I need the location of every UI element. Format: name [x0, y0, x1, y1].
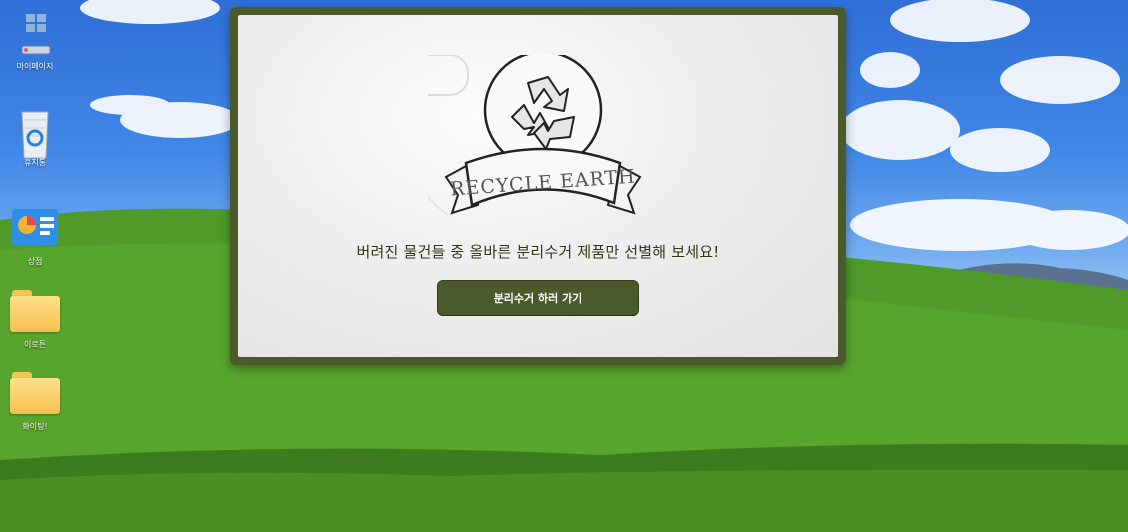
start-recycling-button[interactable]: 분리수거 하러 가기: [438, 281, 638, 315]
desktop-icon-recycle-bin[interactable]: 휴지통: [0, 106, 70, 168]
recycle-bin-icon: [10, 106, 60, 159]
desktop-icon-label: 마이페이지: [16, 62, 54, 71]
recycle-intro-dialog: RECYCLE EARTH 버려진 물건들 중 올바른 분리수거 제품만 선별해…: [230, 7, 846, 365]
folder-icon: [10, 288, 60, 334]
desktop-icon-label: 화이팅!: [22, 422, 48, 431]
recycle-earth-logo: RECYCLE EARTH: [428, 55, 642, 216]
desktop-icon-mypage[interactable]: 마이페이지: [0, 10, 70, 72]
desktop-icon-label: 상점: [27, 257, 43, 266]
desktop-icon-shop[interactable]: 상점: [0, 205, 70, 267]
folder-icon: [10, 370, 60, 416]
dialog-headline: 버려진 물건들 중 올바른 분리수거 제품만 선별해 보세요!: [356, 243, 720, 261]
desktop-icon-label: 이로튼: [23, 340, 47, 349]
desktop-icon-folder-1[interactable]: 이로튼: [0, 288, 70, 350]
desktop-icon-folder-2[interactable]: 화이팅!: [0, 370, 70, 432]
dialog-content: RECYCLE EARTH 버려진 물건들 중 올바른 분리수거 제품만 선별해…: [238, 15, 838, 357]
shop-chart-icon: [10, 205, 60, 251]
window-cards-icon: [10, 10, 60, 56]
